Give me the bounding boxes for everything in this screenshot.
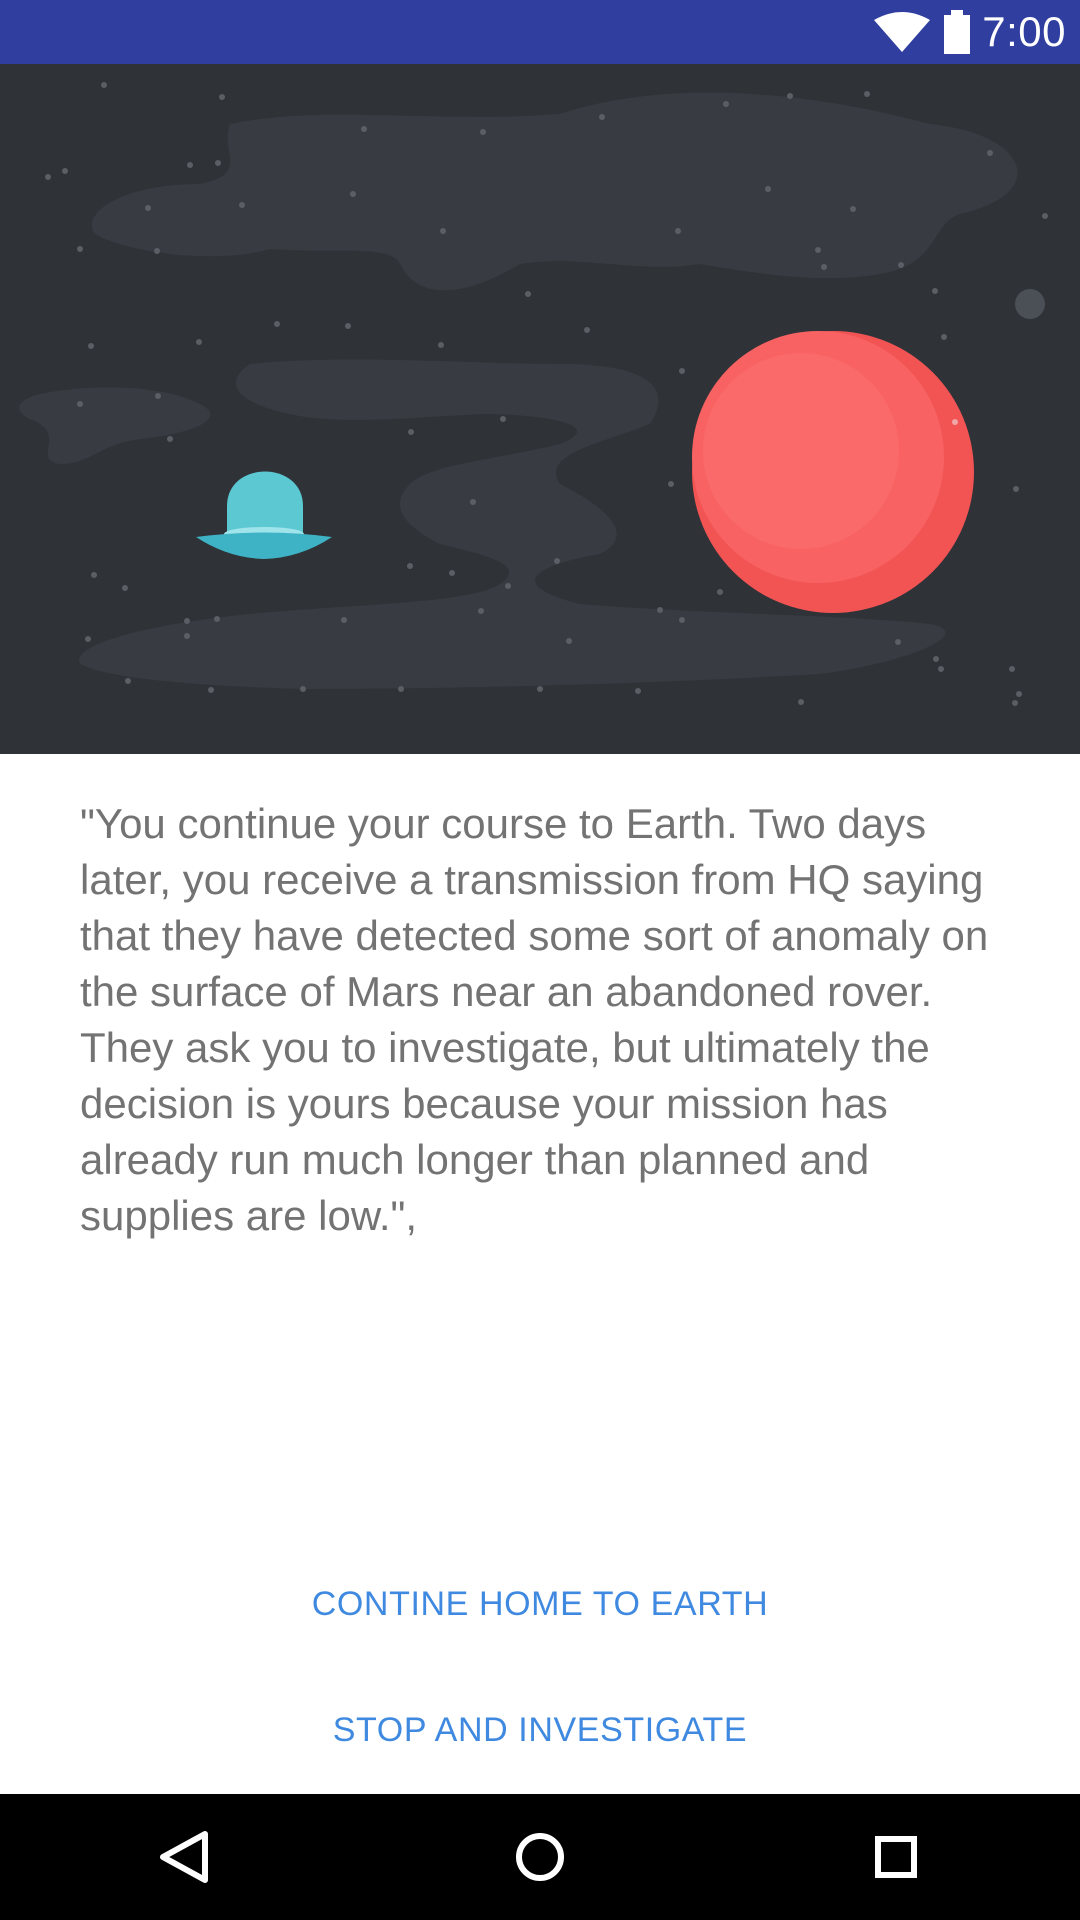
small-moon-icon bbox=[1015, 289, 1045, 319]
status-clock: 7:00 bbox=[982, 8, 1066, 55]
status-icons: 7:00 bbox=[874, 0, 1066, 64]
continue-home-button[interactable]: CONTINE HOME TO EARTH bbox=[0, 1585, 1080, 1624]
space-illustration bbox=[0, 64, 1080, 754]
recents-icon[interactable] bbox=[861, 1822, 931, 1892]
home-icon[interactable] bbox=[505, 1822, 575, 1892]
red-planet-icon bbox=[692, 331, 974, 613]
wifi-icon bbox=[874, 12, 931, 52]
battery-icon bbox=[942, 10, 972, 54]
navigation-bar bbox=[0, 1794, 1080, 1920]
stop-and-investigate-button[interactable]: STOP AND INVESTIGATE bbox=[0, 1711, 1080, 1750]
status-bar: 7:00 bbox=[0, 0, 1080, 64]
back-icon[interactable] bbox=[149, 1822, 219, 1892]
story-text: "You continue your course to Earth. Two … bbox=[80, 800, 989, 1239]
